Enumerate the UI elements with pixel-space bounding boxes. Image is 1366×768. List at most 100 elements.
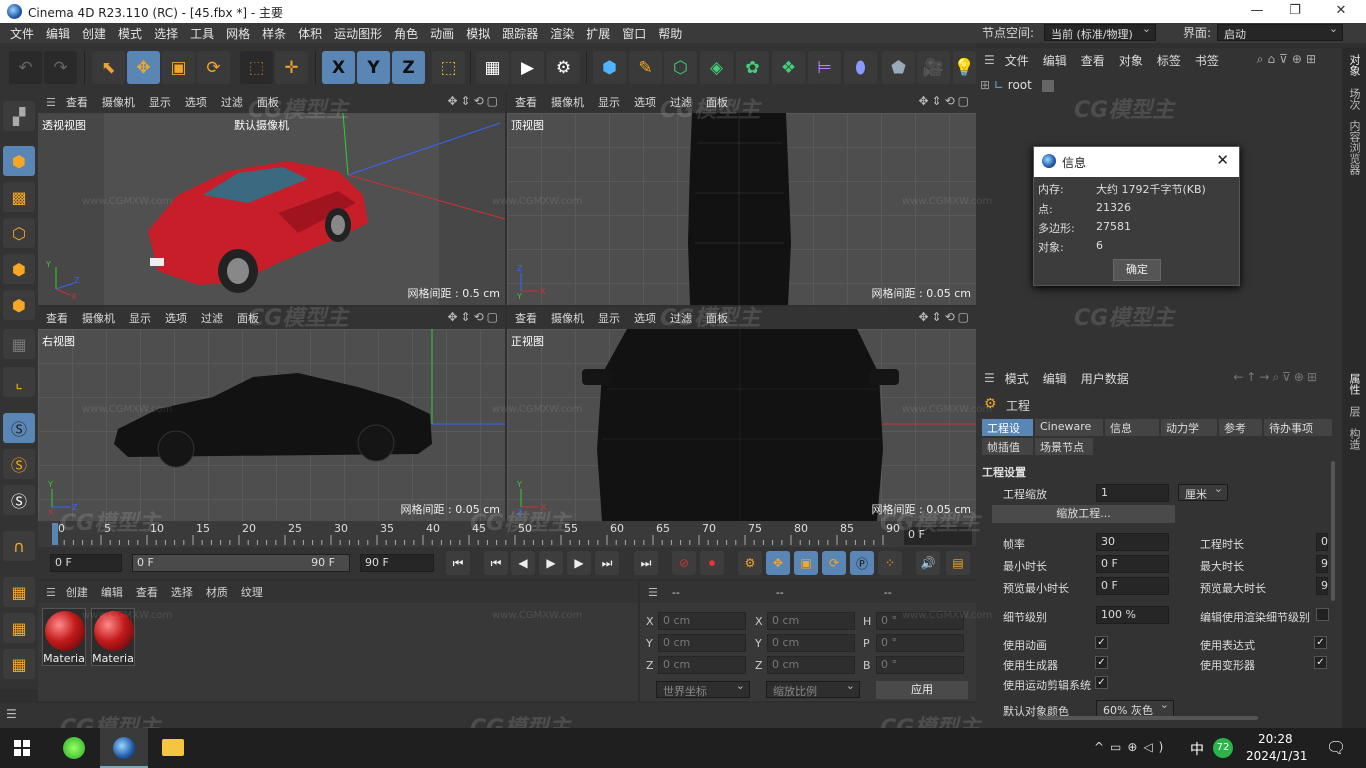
vp-menu-options[interactable]: 选项 bbox=[165, 310, 187, 326]
x-axis-icon[interactable]: X bbox=[322, 51, 355, 84]
max-time-field[interactable]: 9 bbox=[1316, 555, 1328, 573]
fps-field[interactable]: 30 bbox=[1096, 533, 1169, 551]
use-expressions-checkbox[interactable]: ✓ bbox=[1314, 636, 1327, 649]
point-level-icon[interactable]: ⁘ bbox=[878, 551, 902, 575]
maximize-button[interactable]: ❐ bbox=[1285, 3, 1305, 18]
obj-menu-view[interactable]: 查看 bbox=[1081, 52, 1105, 69]
keyframe-selection-icon[interactable]: ⚙ bbox=[738, 551, 762, 575]
transform-icon[interactable]: ✛ bbox=[275, 51, 308, 84]
menu-file[interactable]: 文件 bbox=[4, 25, 40, 42]
film-icon[interactable]: ▤ bbox=[946, 551, 970, 575]
vp-menu-view[interactable]: 查看 bbox=[515, 94, 537, 110]
tab-project-settings[interactable]: 工程设置 bbox=[982, 419, 1033, 451]
tab-todo[interactable]: 待办事项 bbox=[1264, 419, 1332, 436]
planar-workplane-icon[interactable]: ▦ bbox=[3, 649, 35, 679]
tab-content-browser[interactable]: 内容浏览器 bbox=[1346, 120, 1362, 175]
obj-menu-file[interactable]: 文件 bbox=[1005, 52, 1029, 69]
file-explorer-icon[interactable] bbox=[162, 739, 184, 756]
make-editable-icon[interactable]: ▞ bbox=[3, 101, 35, 131]
windows-start-icon[interactable] bbox=[14, 740, 30, 756]
scale-mode-select[interactable]: 缩放比例 bbox=[766, 679, 860, 698]
vp-menu-camera[interactable]: 摄像机 bbox=[551, 94, 584, 110]
live-select-icon[interactable]: ⬉ bbox=[92, 51, 125, 84]
deformer-icon[interactable]: ❖ bbox=[772, 51, 805, 84]
node-space-select[interactable]: 当前 (标准/物理) bbox=[1044, 22, 1157, 41]
world-coords-select[interactable]: 世界坐标 bbox=[656, 679, 750, 698]
vp-menu-camera[interactable]: 摄像机 bbox=[102, 94, 135, 110]
menu-extensions[interactable]: 扩展 bbox=[580, 25, 616, 42]
y-axis-icon[interactable]: Y bbox=[357, 51, 390, 84]
vp-menu-view[interactable]: 查看 bbox=[46, 310, 68, 326]
project-length-field[interactable]: 0 bbox=[1316, 533, 1328, 551]
size-y-field[interactable]: 0 cm bbox=[767, 634, 855, 652]
floor-icon[interactable]: ⬟ bbox=[882, 51, 915, 84]
size-z-field[interactable]: 0 cm bbox=[767, 656, 855, 674]
mat-menu-create[interactable]: 创建 bbox=[66, 584, 88, 600]
rotation-key-icon[interactable]: ⟳ bbox=[822, 551, 846, 575]
extrude-icon[interactable]: ◈ bbox=[700, 51, 733, 84]
camera-icon[interactable]: 🎥 bbox=[917, 51, 950, 84]
menu-mograph[interactable]: 运动图形 bbox=[328, 25, 388, 42]
menu-select[interactable]: 选择 bbox=[148, 25, 184, 42]
model-mode-icon[interactable]: ⬢ bbox=[3, 146, 35, 176]
attr-menu-mode[interactable]: 模式 bbox=[1005, 370, 1029, 387]
vp-menu-filter[interactable]: 过滤 bbox=[201, 310, 223, 326]
preview-min-field[interactable]: 0 F bbox=[1096, 577, 1169, 595]
menu-create[interactable]: 创建 bbox=[76, 25, 112, 42]
mat-menu-select[interactable]: 选择 bbox=[171, 584, 193, 600]
scale-unit-select[interactable]: 厘米 bbox=[1178, 482, 1228, 501]
start-frame-field[interactable]: 0 F bbox=[50, 554, 122, 572]
move-icon[interactable]: ✥ bbox=[127, 51, 160, 84]
preview-max-field[interactable]: 9 bbox=[1316, 577, 1328, 595]
axis-mode-icon[interactable]: ⌞ bbox=[3, 367, 35, 397]
play-icon[interactable]: ▶ bbox=[539, 551, 563, 575]
magnet-icon[interactable]: ∩ bbox=[3, 531, 35, 561]
tab-layers[interactable]: 层 bbox=[1346, 406, 1362, 417]
mat-menu-edit[interactable]: 编辑 bbox=[101, 584, 123, 600]
prev-frame-icon[interactable]: ◀ bbox=[511, 551, 535, 575]
viewport-nav-icon[interactable]: ✥⇕⟲▢ bbox=[918, 310, 972, 324]
tab-dynamics[interactable]: 动力学 bbox=[1161, 419, 1217, 436]
autokey-icon[interactable]: ⏺ bbox=[700, 551, 724, 575]
redo-icon[interactable]: ↷ bbox=[44, 51, 77, 84]
horizontal-scrollbar[interactable] bbox=[1038, 716, 1258, 720]
texture-mode-icon[interactable]: ▩ bbox=[3, 182, 35, 212]
expand-icon[interactable]: ⊞ bbox=[980, 78, 990, 92]
obj-toolbar-icons[interactable]: ⌕⌂⊽⊕⊞ bbox=[1257, 52, 1320, 67]
menu-character[interactable]: 角色 bbox=[388, 25, 424, 42]
viewport-nav-icon[interactable]: ✥⇕⟲▢ bbox=[447, 94, 501, 108]
parameter-key-icon[interactable]: Ⓟ bbox=[850, 551, 874, 575]
menu-tracker[interactable]: 跟踪器 bbox=[496, 25, 544, 42]
tab-objects[interactable]: 对象 bbox=[1346, 54, 1362, 76]
vp-menu-display[interactable]: 显示 bbox=[598, 94, 620, 110]
light-icon[interactable]: 💡 bbox=[953, 51, 976, 84]
taskbar-c4d-button[interactable] bbox=[100, 728, 148, 768]
attr-menu-userdata[interactable]: 用户数据 bbox=[1081, 370, 1129, 387]
prev-key-icon[interactable]: ⏮ bbox=[484, 551, 508, 575]
rot-p-field[interactable]: 0 ° bbox=[876, 634, 964, 652]
use-generators-checkbox[interactable]: ✓ bbox=[1095, 656, 1108, 669]
snap-settings-icon[interactable]: Ⓢ bbox=[3, 449, 35, 479]
pen-icon[interactable]: ✎ bbox=[629, 51, 662, 84]
tray-icons[interactable]: ^▭⊕◁) bbox=[1094, 740, 1169, 754]
menu-mesh[interactable]: 网格 bbox=[220, 25, 256, 42]
goto-end-icon[interactable]: ⏭ bbox=[634, 551, 658, 575]
menu-render[interactable]: 渲染 bbox=[544, 25, 580, 42]
cube-icon[interactable]: ⬢ bbox=[593, 51, 626, 84]
polygons-mode-icon[interactable]: ⬢ bbox=[3, 290, 35, 320]
vp-menu-display[interactable]: 显示 bbox=[129, 310, 151, 326]
obj-menu-bookmarks[interactable]: 书签 bbox=[1195, 52, 1219, 69]
menu-icon[interactable]: ☰ bbox=[6, 707, 17, 721]
minimize-button[interactable]: — bbox=[1247, 3, 1267, 18]
vp-menu-camera[interactable]: 摄像机 bbox=[551, 310, 584, 326]
viewport-nav-icon[interactable]: ✥⇕⟲▢ bbox=[447, 310, 501, 324]
vp-menu-camera[interactable]: 摄像机 bbox=[82, 310, 115, 326]
vp-menu-options[interactable]: 选项 bbox=[634, 310, 656, 326]
use-motion-checkbox[interactable]: ✓ bbox=[1095, 676, 1108, 689]
mat-menu-material[interactable]: 材质 bbox=[206, 584, 228, 600]
workplane-icon[interactable]: ▦ bbox=[3, 577, 35, 607]
menu-mode[interactable]: 模式 bbox=[112, 25, 148, 42]
obj-menu-object[interactable]: 对象 bbox=[1119, 52, 1143, 69]
min-time-field[interactable]: 0 F bbox=[1096, 555, 1169, 573]
obj-menu-edit[interactable]: 编辑 bbox=[1043, 52, 1067, 69]
